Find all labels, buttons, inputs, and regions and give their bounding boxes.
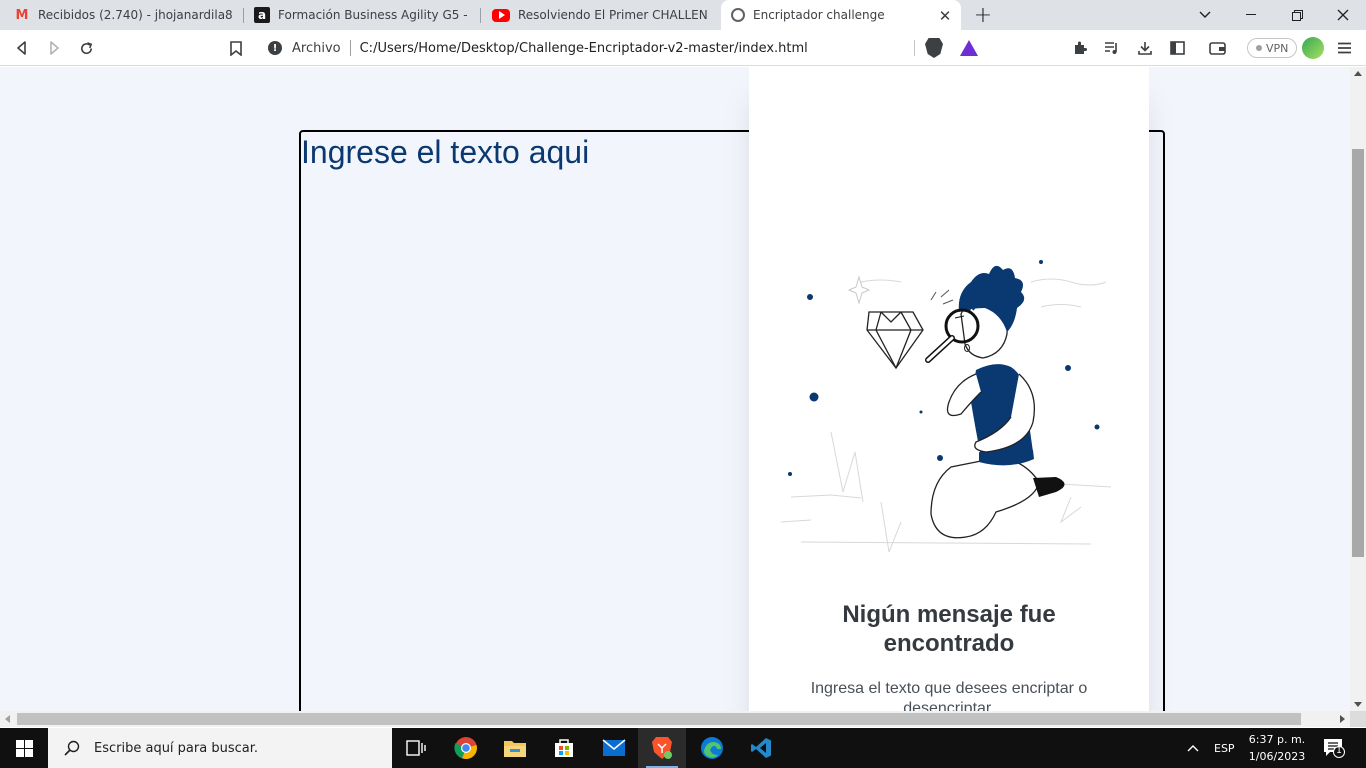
tab-strip: M Recibidos (2.740) - jhojanardila8@gma … (0, 0, 1366, 30)
search-illustration-icon (780, 260, 1112, 553)
taskbar-search[interactable]: Escribe aquí para buscar. (48, 728, 392, 768)
back-button[interactable] (10, 36, 34, 60)
panel-title: Nigún mensaje fue encontrado (842, 601, 1056, 657)
vertical-scrollbar[interactable] (1350, 67, 1366, 711)
tab-encriptador[interactable]: Encriptador challenge ✕ (721, 0, 961, 30)
browser-toolbar: ! Archivo C:/Users/Home/Desktop/Challeng… (0, 30, 1366, 66)
mail-icon[interactable] (590, 728, 638, 768)
vpn-status-icon (1256, 45, 1262, 51)
textarea-placeholder: Ingrese el texto aqui (301, 134, 590, 170)
horizontal-scrollbar[interactable] (0, 711, 1350, 727)
vertical-scroll-thumb[interactable] (1352, 149, 1364, 557)
vscode-icon[interactable] (737, 728, 785, 768)
scroll-left-arrow-icon[interactable] (5, 715, 10, 723)
notification-count-badge: 1 (1336, 746, 1342, 756)
show-hidden-icons-chevron-icon[interactable] (1187, 728, 1199, 768)
scrollbar-corner (1350, 711, 1366, 727)
forward-button[interactable] (42, 36, 66, 60)
tab-separator (480, 8, 481, 23)
brave-icon[interactable] (638, 728, 686, 768)
sidebar-icon[interactable] (1165, 36, 1189, 60)
gmail-icon: M (15, 7, 29, 23)
bookmark-icon[interactable] (224, 36, 248, 60)
clock-date: 1/06/2023 (1248, 750, 1306, 763)
close-tab-icon[interactable]: ✕ (937, 7, 953, 25)
language-indicator[interactable]: ESP (1214, 728, 1235, 768)
edge-icon[interactable] (688, 728, 736, 768)
downloads-icon[interactable] (1133, 36, 1157, 60)
menu-icon[interactable] (1332, 36, 1356, 60)
tab-search-chevron-icon[interactable] (1182, 0, 1228, 30)
leo-ai-icon[interactable] (1302, 37, 1324, 59)
site-info-icon[interactable]: ! (268, 41, 282, 55)
youtube-icon (492, 8, 510, 22)
tab-title: Formación Business Agility G5 - ONE | (278, 8, 468, 22)
globe-icon (731, 8, 745, 22)
wallet-icon[interactable] (1205, 36, 1229, 60)
reload-button[interactable] (74, 36, 98, 60)
file-explorer-icon[interactable] (491, 728, 539, 768)
task-view-icon[interactable] (392, 728, 440, 768)
vpn-label: VPN (1266, 41, 1289, 55)
start-button[interactable] (0, 728, 48, 768)
horizontal-scroll-thumb[interactable] (17, 713, 1301, 725)
clock[interactable]: 6:37 p. m. 1/06/2023 (1238, 731, 1316, 765)
tab-title: Recibidos (2.740) - jhojanardila8@gma (38, 8, 232, 22)
page-viewport: Ingrese el texto aqui Nigún mensaje fue … (0, 67, 1350, 711)
scroll-up-arrow-icon[interactable] (1354, 71, 1362, 76)
new-tab-button[interactable]: + (960, 0, 1006, 30)
url-text[interactable]: C:/Users/Home/Desktop/Challenge-Encripta… (360, 41, 808, 56)
minimize-button[interactable] (1228, 0, 1274, 30)
vpn-button[interactable]: VPN (1247, 38, 1298, 58)
alura-icon: a (254, 7, 270, 23)
extensions-icon[interactable] (1068, 36, 1092, 60)
chrome-icon[interactable] (442, 728, 490, 768)
omnibox-divider (914, 40, 915, 56)
media-playlist-icon[interactable] (1100, 36, 1124, 60)
microsoft-store-icon[interactable] (540, 728, 588, 768)
brave-rewards-icon[interactable] (960, 40, 978, 56)
tab-gmail[interactable]: M Recibidos (2.740) - jhojanardila8@gma (4, 0, 242, 30)
notification-center-icon[interactable]: 1 (1323, 738, 1345, 758)
close-window-button[interactable] (1320, 0, 1366, 30)
security-label: Archivo (292, 40, 341, 56)
scroll-right-arrow-icon[interactable] (1340, 715, 1345, 723)
tab-alura[interactable]: a Formación Business Agility G5 - ONE | (244, 0, 478, 30)
result-panel: Nigún mensaje fue encontrado Ingresa el … (749, 67, 1149, 711)
tab-title: Resolviendo El Primer CHALLENGE de (518, 8, 708, 22)
restore-button[interactable] (1274, 0, 1320, 30)
tab-title: Encriptador challenge (753, 8, 885, 22)
address-bar[interactable]: ! Archivo C:/Users/Home/Desktop/Challeng… (258, 34, 988, 62)
search-icon (62, 738, 82, 758)
windows-logo-icon (15, 739, 33, 757)
clock-time: 6:37 p. m. (1248, 733, 1306, 746)
windows-taskbar: Escribe aquí para buscar. ESP 6:37 p. m.… (0, 728, 1366, 768)
scroll-down-arrow-icon[interactable] (1354, 702, 1362, 707)
tab-youtube[interactable]: Resolviendo El Primer CHALLENGE de (482, 0, 718, 30)
panel-description: Ingresa el texto que desees encriptar o … (810, 680, 1088, 711)
address-separator (349, 40, 351, 56)
search-placeholder: Escribe aquí para buscar. (94, 740, 258, 756)
